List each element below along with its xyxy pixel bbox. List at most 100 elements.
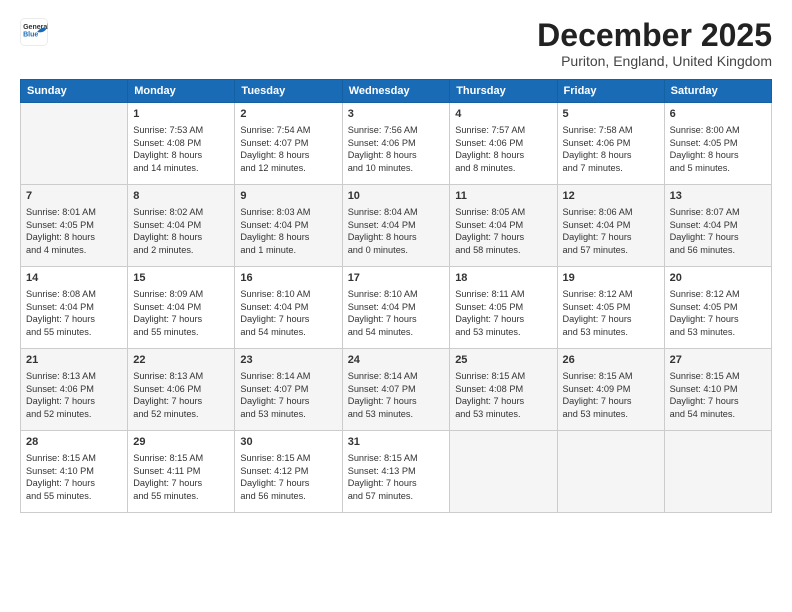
day-number: 1	[133, 107, 229, 122]
page: General Blue December 2025 Puriton, Engl…	[0, 0, 792, 612]
day-info: Sunrise: 8:15 AM Sunset: 4:08 PM Dayligh…	[455, 370, 551, 421]
day-info: Sunrise: 8:11 AM Sunset: 4:05 PM Dayligh…	[455, 288, 551, 339]
day-number: 26	[563, 353, 659, 368]
day-number: 3	[348, 107, 445, 122]
day-cell: 18 Sunrise: 8:11 AM Sunset: 4:05 PM Dayli…	[450, 267, 557, 349]
day-cell: 29 Sunrise: 8:15 AM Sunset: 4:11 PM Dayli…	[128, 431, 235, 513]
day-cell: 11 Sunrise: 8:05 AM Sunset: 4:04 PM Dayli…	[450, 185, 557, 267]
day-info: Sunrise: 8:15 AM Sunset: 4:11 PM Dayligh…	[133, 452, 229, 503]
day-cell: 23 Sunrise: 8:14 AM Sunset: 4:07 PM Dayli…	[235, 349, 342, 431]
day-number: 12	[563, 189, 659, 204]
logo: General Blue	[20, 18, 48, 46]
day-number: 28	[26, 435, 122, 450]
day-cell: 1Sunrise: 7:53 AM Sunset: 4:08 PM Daylig…	[128, 103, 235, 185]
day-number: 27	[670, 353, 766, 368]
day-cell: 8 Sunrise: 8:02 AM Sunset: 4:04 PM Daylig…	[128, 185, 235, 267]
day-number: 31	[348, 435, 445, 450]
day-cell: 30 Sunrise: 8:15 AM Sunset: 4:12 PM Dayli…	[235, 431, 342, 513]
day-cell: 5Sunrise: 7:58 AM Sunset: 4:06 PM Daylig…	[557, 103, 664, 185]
weekday-header-monday: Monday	[128, 80, 235, 103]
day-number: 19	[563, 271, 659, 286]
day-info: Sunrise: 8:12 AM Sunset: 4:05 PM Dayligh…	[563, 288, 659, 339]
title-block: December 2025 Puriton, England, United K…	[537, 18, 772, 69]
header: General Blue December 2025 Puriton, Engl…	[20, 18, 772, 69]
day-info: Sunrise: 8:15 AM Sunset: 4:09 PM Dayligh…	[563, 370, 659, 421]
day-cell: 24Sunrise: 8:14 AM Sunset: 4:07 PM Dayli…	[342, 349, 450, 431]
day-number: 18	[455, 271, 551, 286]
day-info: Sunrise: 8:15 AM Sunset: 4:12 PM Dayligh…	[240, 452, 336, 503]
day-cell	[21, 103, 128, 185]
day-info: Sunrise: 8:13 AM Sunset: 4:06 PM Dayligh…	[133, 370, 229, 421]
day-cell: 9Sunrise: 8:03 AM Sunset: 4:04 PM Daylig…	[235, 185, 342, 267]
day-number: 11	[455, 189, 551, 204]
day-number: 21	[26, 353, 122, 368]
day-cell: 17Sunrise: 8:10 AM Sunset: 4:04 PM Dayli…	[342, 267, 450, 349]
day-cell: 21 Sunrise: 8:13 AM Sunset: 4:06 PM Dayli…	[21, 349, 128, 431]
day-info: Sunrise: 8:10 AM Sunset: 4:04 PM Dayligh…	[348, 288, 445, 339]
day-info: Sunrise: 8:00 AM Sunset: 4:05 PM Dayligh…	[670, 124, 766, 175]
day-cell	[557, 431, 664, 513]
day-cell: 12 Sunrise: 8:06 AM Sunset: 4:04 PM Dayli…	[557, 185, 664, 267]
day-cell: 2Sunrise: 7:54 AM Sunset: 4:07 PM Daylig…	[235, 103, 342, 185]
day-number: 4	[455, 107, 551, 122]
weekday-header-saturday: Saturday	[664, 80, 771, 103]
weekday-header-friday: Friday	[557, 80, 664, 103]
weekday-header-row: SundayMondayTuesdayWednesdayThursdayFrid…	[21, 80, 772, 103]
weekday-header-wednesday: Wednesday	[342, 80, 450, 103]
day-cell	[450, 431, 557, 513]
day-cell: 6 Sunrise: 8:00 AM Sunset: 4:05 PM Daylig…	[664, 103, 771, 185]
day-number: 9	[240, 189, 336, 204]
weekday-header-thursday: Thursday	[450, 80, 557, 103]
day-cell: 26 Sunrise: 8:15 AM Sunset: 4:09 PM Dayli…	[557, 349, 664, 431]
day-cell: 19 Sunrise: 8:12 AM Sunset: 4:05 PM Dayli…	[557, 267, 664, 349]
day-info: Sunrise: 8:02 AM Sunset: 4:04 PM Dayligh…	[133, 206, 229, 257]
day-cell: 16Sunrise: 8:10 AM Sunset: 4:04 PM Dayli…	[235, 267, 342, 349]
day-cell: 10Sunrise: 8:04 AM Sunset: 4:04 PM Dayli…	[342, 185, 450, 267]
day-info: Sunrise: 8:15 AM Sunset: 4:10 PM Dayligh…	[26, 452, 122, 503]
day-cell: 25 Sunrise: 8:15 AM Sunset: 4:08 PM Dayli…	[450, 349, 557, 431]
day-number: 25	[455, 353, 551, 368]
day-info: Sunrise: 7:56 AM Sunset: 4:06 PM Dayligh…	[348, 124, 445, 175]
day-cell: 13Sunrise: 8:07 AM Sunset: 4:04 PM Dayli…	[664, 185, 771, 267]
day-info: Sunrise: 8:14 AM Sunset: 4:07 PM Dayligh…	[240, 370, 336, 421]
day-cell: 3 Sunrise: 7:56 AM Sunset: 4:06 PM Daylig…	[342, 103, 450, 185]
day-cell	[664, 431, 771, 513]
day-info: Sunrise: 8:08 AM Sunset: 4:04 PM Dayligh…	[26, 288, 122, 339]
week-row-1: 1Sunrise: 7:53 AM Sunset: 4:08 PM Daylig…	[21, 103, 772, 185]
day-cell: 27 Sunrise: 8:15 AM Sunset: 4:10 PM Dayli…	[664, 349, 771, 431]
day-number: 7	[26, 189, 122, 204]
location: Puriton, England, United Kingdom	[537, 53, 772, 69]
day-number: 14	[26, 271, 122, 286]
day-number: 10	[348, 189, 445, 204]
day-number: 23	[240, 353, 336, 368]
day-number: 22	[133, 353, 229, 368]
day-info: Sunrise: 8:13 AM Sunset: 4:06 PM Dayligh…	[26, 370, 122, 421]
day-number: 29	[133, 435, 229, 450]
day-number: 20	[670, 271, 766, 286]
week-row-5: 28 Sunrise: 8:15 AM Sunset: 4:10 PM Dayli…	[21, 431, 772, 513]
day-cell: 28 Sunrise: 8:15 AM Sunset: 4:10 PM Dayli…	[21, 431, 128, 513]
day-number: 30	[240, 435, 336, 450]
day-number: 24	[348, 353, 445, 368]
day-info: Sunrise: 7:54 AM Sunset: 4:07 PM Dayligh…	[240, 124, 336, 175]
day-cell: 14 Sunrise: 8:08 AM Sunset: 4:04 PM Dayli…	[21, 267, 128, 349]
day-cell: 22 Sunrise: 8:13 AM Sunset: 4:06 PM Dayli…	[128, 349, 235, 431]
day-number: 16	[240, 271, 336, 286]
day-cell: 31Sunrise: 8:15 AM Sunset: 4:13 PM Dayli…	[342, 431, 450, 513]
day-number: 6	[670, 107, 766, 122]
day-info: Sunrise: 8:01 AM Sunset: 4:05 PM Dayligh…	[26, 206, 122, 257]
day-info: Sunrise: 8:06 AM Sunset: 4:04 PM Dayligh…	[563, 206, 659, 257]
day-number: 8	[133, 189, 229, 204]
day-number: 13	[670, 189, 766, 204]
weekday-header-tuesday: Tuesday	[235, 80, 342, 103]
month-title: December 2025	[537, 18, 772, 53]
week-row-4: 21 Sunrise: 8:13 AM Sunset: 4:06 PM Dayli…	[21, 349, 772, 431]
day-number: 15	[133, 271, 229, 286]
day-info: Sunrise: 7:57 AM Sunset: 4:06 PM Dayligh…	[455, 124, 551, 175]
day-info: Sunrise: 8:09 AM Sunset: 4:04 PM Dayligh…	[133, 288, 229, 339]
logo-icon: General Blue	[20, 18, 48, 46]
day-cell: 4 Sunrise: 7:57 AM Sunset: 4:06 PM Daylig…	[450, 103, 557, 185]
day-info: Sunrise: 8:05 AM Sunset: 4:04 PM Dayligh…	[455, 206, 551, 257]
day-info: Sunrise: 8:12 AM Sunset: 4:05 PM Dayligh…	[670, 288, 766, 339]
day-info: Sunrise: 8:15 AM Sunset: 4:10 PM Dayligh…	[670, 370, 766, 421]
